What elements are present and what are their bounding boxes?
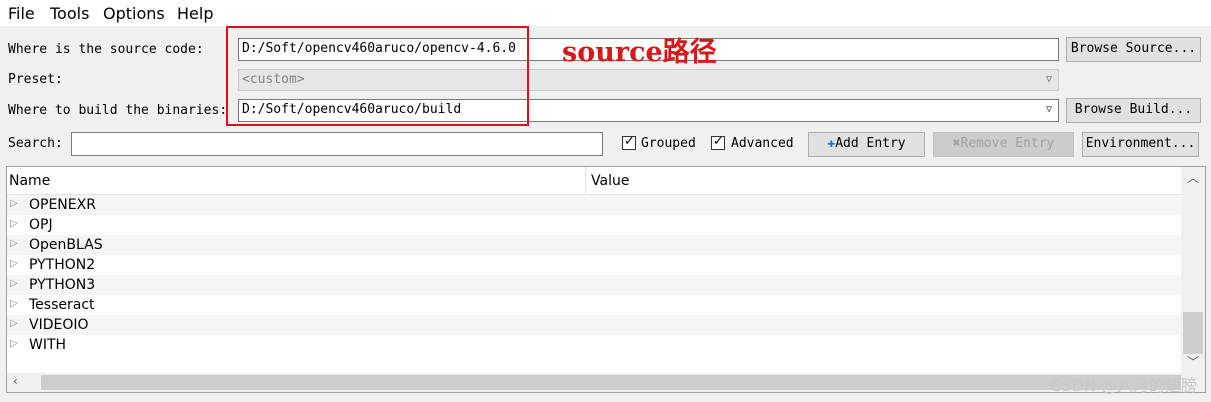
tree-row-name: VIDEOIO [29, 317, 89, 333]
source-annotation: source路径 [562, 37, 717, 68]
menu-file[interactable]: File [8, 4, 35, 23]
preset-label: Preset: [8, 72, 63, 87]
advanced-checkbox[interactable] [711, 134, 725, 150]
remove-entry-button[interactable]: ✖Remove Entry [933, 132, 1074, 157]
expand-arrow-icon[interactable]: ▷ [10, 278, 18, 289]
expand-arrow-icon[interactable]: ▷ [10, 218, 18, 229]
expand-arrow-icon[interactable]: ▷ [10, 298, 18, 309]
add-entry-label: Add Entry [835, 136, 906, 151]
tree-row-name: OpenBLAS [29, 237, 103, 253]
tree-header: Name Value [7, 167, 1181, 195]
tree-row[interactable]: ▷ PYTHON3 [7, 275, 1181, 295]
horizontal-scrollbar[interactable]: ‹ [7, 373, 1205, 392]
remove-entry-label: Remove Entry [960, 136, 1055, 151]
grouped-label: Grouped [641, 136, 696, 151]
scroll-up-icon[interactable]: ︿ [1187, 169, 1199, 186]
horizontal-scroll-thumb[interactable] [41, 375, 1181, 390]
scroll-left-icon[interactable]: ‹ [13, 374, 18, 388]
tree-row[interactable]: ▷ VIDEOIO [7, 315, 1181, 335]
add-entry-button[interactable]: ✚Add Entry [808, 132, 925, 157]
chevron-down-icon: ▽ [1045, 74, 1052, 85]
advanced-label: Advanced [731, 136, 794, 151]
search-input[interactable] [71, 132, 603, 156]
col-value-header[interactable]: Value [591, 173, 629, 189]
search-label: Search: [8, 136, 63, 151]
vertical-scrollbar[interactable]: ︿ ﹀ [1181, 167, 1205, 373]
expand-arrow-icon[interactable]: ▷ [10, 258, 18, 269]
menu-help[interactable]: Help [177, 4, 213, 23]
tree-row-name: OPENEXR [29, 197, 96, 213]
cache-tree[interactable]: Name Value ▷ OPENEXR ▷ OPJ ▷ OpenBLAS ▷ PYTHON2… [6, 166, 1206, 393]
col-name-header[interactable]: Name [9, 173, 50, 189]
scroll-down-icon[interactable]: ﹀ [1187, 353, 1199, 370]
tree-row[interactable]: ▷ OPJ [7, 215, 1181, 235]
expand-arrow-icon[interactable]: ▷ [10, 238, 18, 249]
tree-row-name: WITH [29, 337, 67, 353]
menu-bar: File Tools Options Help [0, 0, 1211, 26]
menu-options[interactable]: Options [103, 4, 165, 23]
tree-row[interactable]: ▷ Tesseract [7, 295, 1181, 315]
tree-row-name: OPJ [29, 217, 53, 233]
tree-row-name: PYTHON2 [29, 257, 96, 273]
source-label: Where is the source code: [8, 42, 204, 57]
build-label: Where to build the binaries: [8, 103, 228, 118]
plus-icon: ✚ [827, 136, 836, 151]
grouped-checkbox[interactable] [622, 134, 636, 150]
highlight-box [226, 26, 529, 126]
tree-row-name: PYTHON3 [29, 277, 96, 293]
tree-row[interactable]: ▷ OpenBLAS [7, 235, 1181, 255]
browse-source-button[interactable]: Browse Source... [1066, 37, 1201, 62]
column-divider[interactable] [585, 167, 586, 194]
watermark: CSDN @六月的翅膀 [1050, 376, 1197, 395]
menu-tools[interactable]: Tools [50, 4, 89, 23]
tree-row[interactable]: ▷ OPENEXR [7, 195, 1181, 215]
tree-row-name: Tesseract [29, 297, 95, 313]
tree-row[interactable]: ▷ WITH [7, 335, 1181, 355]
environment-button[interactable]: Environment... [1082, 132, 1199, 157]
browse-build-button[interactable]: Browse Build... [1066, 98, 1201, 123]
tree-row[interactable]: ▷ PYTHON2 [7, 255, 1181, 275]
expand-arrow-icon[interactable]: ▷ [10, 338, 18, 349]
chevron-down-icon[interactable]: ▽ [1046, 104, 1052, 115]
vertical-scroll-thumb[interactable] [1183, 312, 1203, 354]
expand-arrow-icon[interactable]: ▷ [10, 198, 18, 209]
expand-arrow-icon[interactable]: ▷ [10, 318, 18, 329]
